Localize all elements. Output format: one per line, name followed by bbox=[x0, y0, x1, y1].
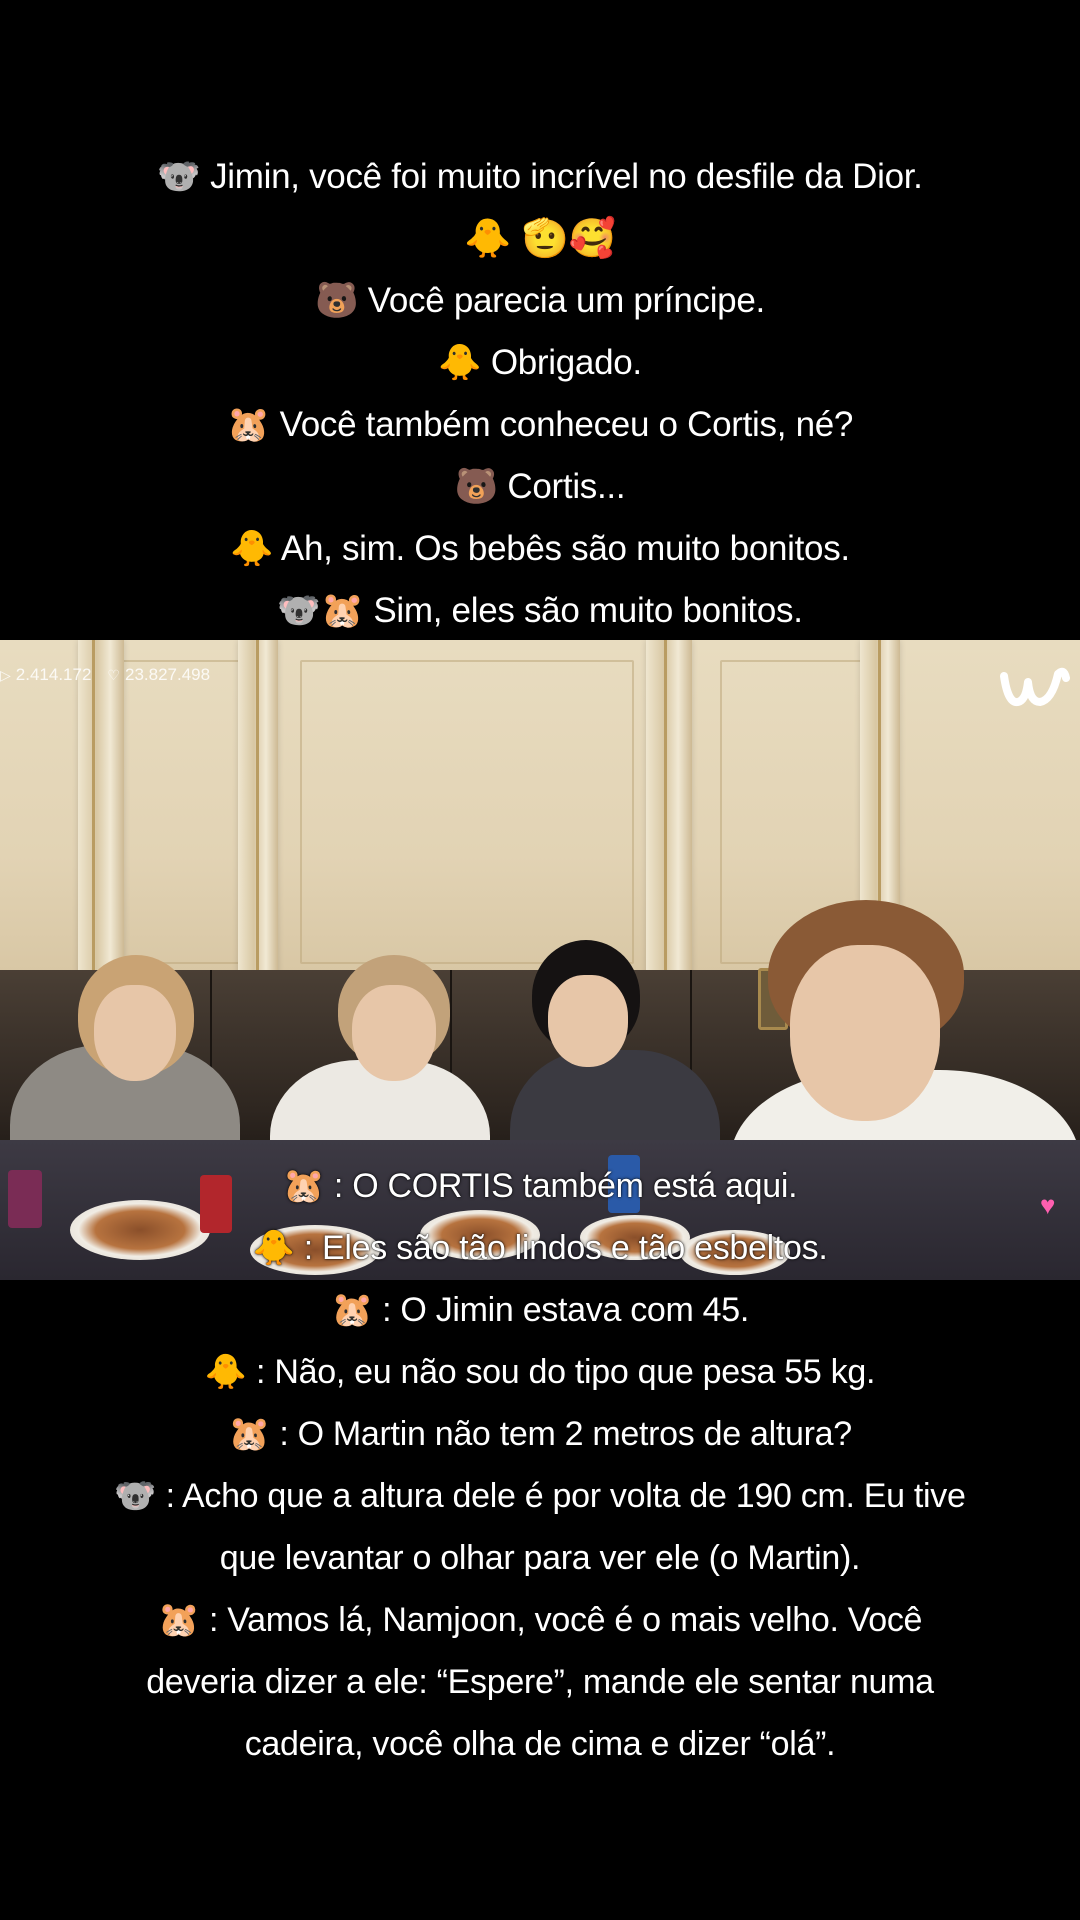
video-stats: ▷ 2.414.172 ♡ 23.827.498 bbox=[0, 665, 210, 685]
pink-heart-icon: ♥ bbox=[1040, 1190, 1056, 1220]
play-icon: ▷ bbox=[0, 666, 11, 683]
caption-line: 🐹 : O Jimin estava com 45. bbox=[330, 1291, 750, 1329]
top-caption-block: 🐨 Jimin, você foi muito incrível no desf… bbox=[0, 146, 1080, 642]
heart-icon: ♡ bbox=[107, 666, 120, 683]
wall-pillar bbox=[646, 640, 692, 1010]
caption-line: 🐥 Obrigado. bbox=[438, 343, 642, 382]
wall-panel bbox=[300, 660, 634, 964]
caption-line: 🐻 Cortis... bbox=[454, 467, 626, 506]
caption-line: que levantar o olhar para ver ele (o Mar… bbox=[219, 1539, 861, 1577]
caption-line: 🐥 Ah, sim. Os bebês são muito bonitos. bbox=[230, 529, 850, 568]
caption-line: 🐨🐹 Sim, eles são muito bonitos. bbox=[277, 591, 803, 630]
wall-pillar bbox=[78, 640, 124, 1010]
gold-trim bbox=[256, 640, 259, 1010]
subtitle-line: 🐥 : Eles são tão lindos e tão esbeltos. bbox=[252, 1229, 828, 1267]
wall-panel bbox=[120, 660, 254, 964]
like-count: ♡ 23.827.498 bbox=[107, 665, 211, 684]
subtitle-line: 🐹 : O CORTIS também está aqui. bbox=[282, 1167, 798, 1205]
caption-line: 🐹 : Vamos lá, Namjoon, você é o mais vel… bbox=[157, 1601, 923, 1639]
gold-trim bbox=[664, 640, 667, 1010]
gold-trim bbox=[92, 640, 95, 1010]
caption-line: cadeira, você olha de cima e dizer “olá”… bbox=[244, 1725, 836, 1763]
caption-line: deveria dizer a ele: “Espere”, mande ele… bbox=[146, 1663, 934, 1701]
caption-line: 🐻 Você parecia um príncipe. bbox=[315, 281, 765, 320]
caption-line: 🐥 : Não, eu não sou do tipo que pesa 55 … bbox=[204, 1353, 876, 1391]
caption-line: 🐹 Você também conheceu o Cortis, né? bbox=[226, 405, 854, 444]
emoji-reaction-line: 🐥 🫡🥰 bbox=[464, 218, 616, 260]
bottom-caption-block: 🐹 : O Jimin estava com 45. 🐥 : Não, eu n… bbox=[0, 1279, 1080, 1775]
caption-line: 🐹 : O Martin não tem 2 metros de altura? bbox=[228, 1415, 852, 1453]
video-subtitle-block: 🐹 : O CORTIS também está aqui. 🐥 : Eles … bbox=[0, 1155, 1080, 1279]
caption-line: 🐨 : Acho que a altura dele é por volta d… bbox=[114, 1477, 966, 1515]
caption-line: 🐨 Jimin, você foi muito incrível no desf… bbox=[157, 157, 923, 196]
play-count: ▷ 2.414.172 bbox=[0, 665, 92, 684]
weverse-logo-icon bbox=[1000, 667, 1070, 707]
